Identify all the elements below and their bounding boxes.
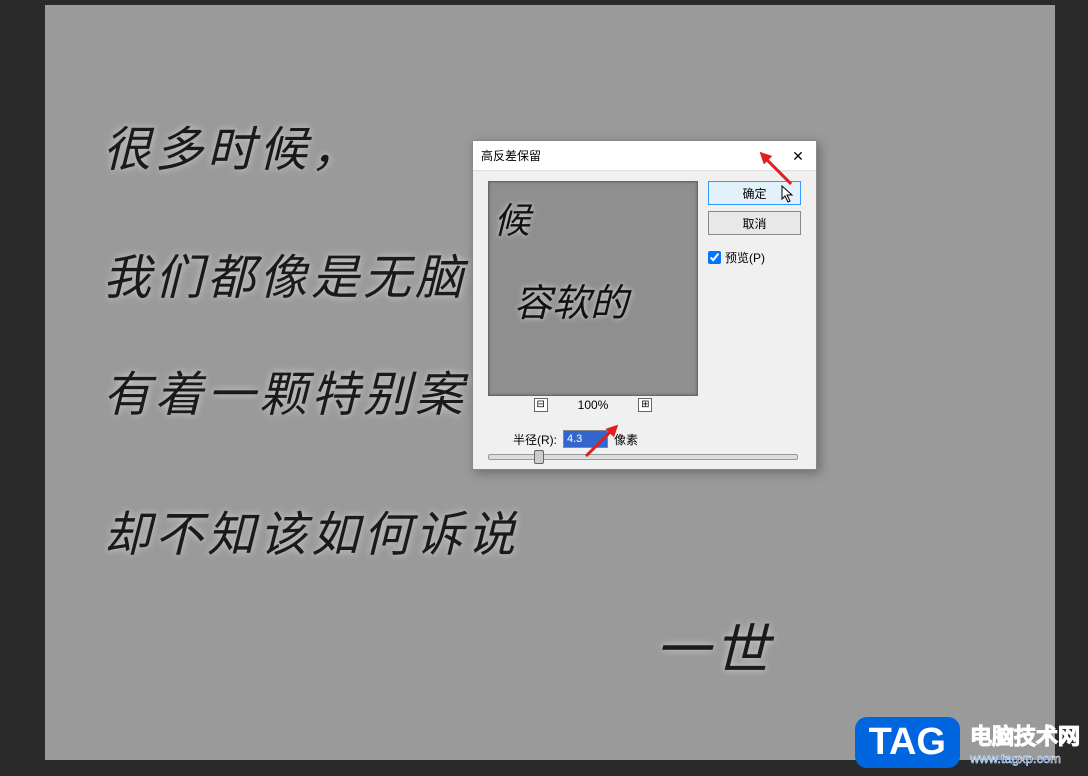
zoom-controls: ⊟ 100% ⊞: [488, 398, 698, 412]
handwriting-line-3: 有着一颗特别案: [103, 355, 467, 425]
zoom-in-icon[interactable]: ⊞: [638, 398, 652, 412]
preview-checkbox-text: 预览(P): [725, 249, 765, 266]
watermark: TAG 电脑技术网 www.tagxp.com: [855, 717, 1080, 768]
radius-slider-thumb[interactable]: [534, 450, 544, 464]
handwriting-line-4: 却不知该如何诉说: [103, 495, 519, 565]
preview-checkbox[interactable]: [708, 251, 721, 264]
watermark-url: www.tagxp.com: [970, 751, 1080, 766]
zoom-level: 100%: [578, 398, 609, 412]
radius-slider[interactable]: [488, 454, 798, 460]
radius-label: 半径(R):: [513, 431, 557, 448]
preview-checkbox-label[interactable]: 预览(P): [708, 249, 801, 266]
cancel-button[interactable]: 取消: [708, 211, 801, 235]
high-pass-dialog: 高反差保留 ✕ 候 容软的 ⊟ 100% ⊞ 确定 取消 预览(P) 半径(R)…: [472, 140, 817, 470]
handwriting-line-1: 很多时候，: [103, 110, 363, 180]
cursor-icon: [781, 185, 797, 205]
watermark-name: 电脑技术网: [970, 719, 1080, 751]
watermark-badge: TAG: [855, 717, 960, 768]
close-icon[interactable]: ✕: [788, 146, 808, 166]
handwriting-signature: 一世: [655, 605, 773, 685]
handwriting-line-2: 我们都像是无脑: [103, 238, 467, 308]
radius-unit: 像素: [614, 431, 638, 448]
preview-text-2: 容软的: [514, 272, 628, 327]
dialog-title: 高反差保留: [481, 147, 541, 164]
zoom-out-icon[interactable]: ⊟: [534, 398, 548, 412]
dialog-preview[interactable]: 候 容软的: [488, 181, 698, 396]
preview-text-1: 候: [494, 192, 530, 244]
